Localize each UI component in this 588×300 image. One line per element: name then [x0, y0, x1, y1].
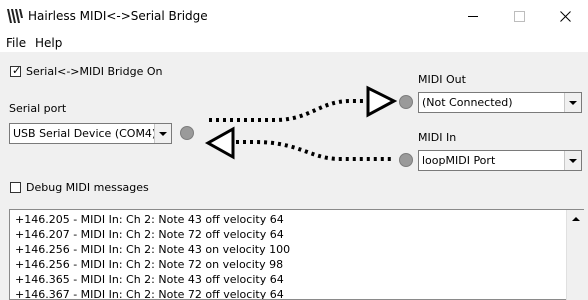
log-line: +146.365 - MIDI In: Ch 2: Note 43 off ve… [15, 273, 284, 286]
midi-out-status-dot [399, 95, 413, 109]
chevron-down-icon [569, 158, 577, 163]
log-line: +146.367 - MIDI In: Ch 2: Note 72 off ve… [15, 288, 284, 300]
midi-out-select[interactable]: (Not Connected) [418, 92, 582, 113]
in-dotted-line [236, 140, 392, 161]
chevron-down-icon [569, 100, 577, 105]
midi-out-dropdown-button[interactable] [564, 93, 581, 112]
log-line: +146.256 - MIDI In: Ch 2: Note 43 on vel… [15, 243, 291, 256]
scroll-up-button[interactable] [567, 210, 584, 227]
midi-in-value: loopMIDI Port [422, 154, 496, 167]
in-arrow-icon [204, 126, 235, 160]
log-line: +146.207 - MIDI In: Ch 2: Note 72 off ve… [15, 228, 284, 241]
midi-log[interactable]: +146.205 - MIDI In: Ch 2: Note 43 off ve… [9, 209, 584, 300]
log-line: +146.256 - MIDI In: Ch 2: Note 72 on vel… [15, 258, 284, 271]
midi-in-status-dot [399, 153, 413, 167]
log-line: +146.205 - MIDI In: Ch 2: Note 43 off ve… [15, 213, 284, 226]
out-arrow-icon [366, 85, 398, 118]
midi-in-select[interactable]: loopMIDI Port [418, 150, 582, 171]
midi-in-label: MIDI In [418, 131, 457, 144]
midi-out-label: MIDI Out [418, 73, 466, 86]
out-dotted-line [209, 99, 367, 122]
debug-midi-label: Debug MIDI messages [26, 181, 149, 194]
log-scrollbar[interactable] [566, 210, 584, 300]
midi-in-dropdown-button[interactable] [564, 151, 581, 170]
scroll-up-arrow-icon [571, 216, 580, 221]
midi-out-value: (Not Connected) [422, 96, 513, 109]
debug-midi-checkbox[interactable] [10, 182, 21, 193]
